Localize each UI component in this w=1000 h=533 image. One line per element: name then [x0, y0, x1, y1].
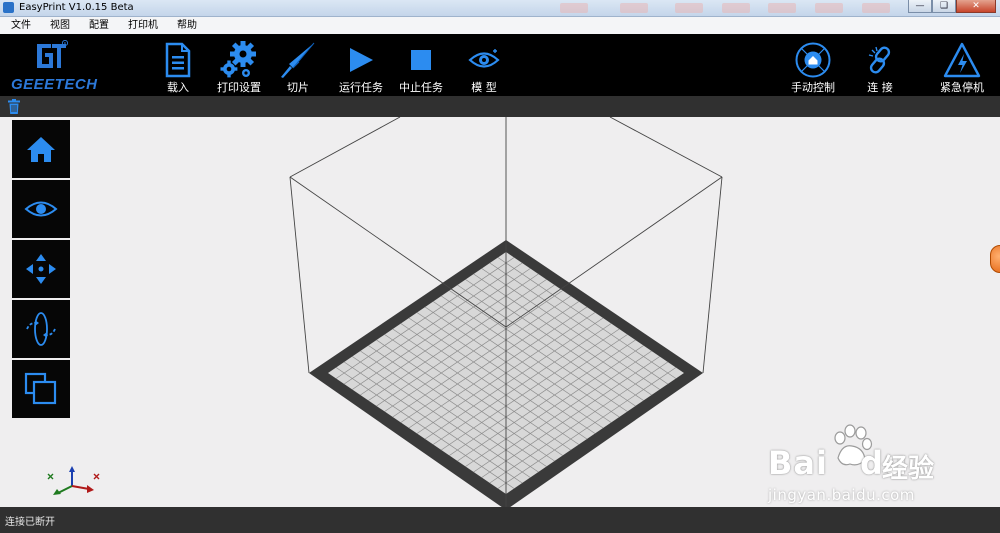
geeetech-logo: R GEEETECH: [9, 40, 99, 93]
menu-printer[interactable]: 打印机: [117, 18, 166, 34]
menu-help[interactable]: 帮助: [166, 18, 205, 34]
eye-icon: [464, 40, 504, 80]
baidu-watermark: Bai du 经验 jingyan.baidu.com: [764, 424, 954, 514]
taskbar-reflection: [560, 3, 588, 13]
home-icon: [27, 137, 55, 162]
emergency-stop-button[interactable]: 紧急停机: [936, 34, 988, 96]
app-icon: [3, 2, 14, 13]
secondary-toolbar: [0, 96, 1000, 117]
model-label: 模 型: [471, 81, 497, 94]
slice-label: 切片: [287, 81, 309, 94]
main-toolbar: R GEEETECH 载入 打印设置 切片 运行任务 中止任务 模 型 手动控制…: [0, 34, 1000, 96]
model-button[interactable]: 模 型: [462, 34, 506, 96]
window-title-bar: EasyPrint V1.0.15 Beta — ❑ ✕: [0, 0, 1000, 17]
stop-task-label: 中止任务: [399, 81, 443, 94]
taskbar-reflection: [862, 3, 890, 13]
menu-config[interactable]: 配置: [78, 18, 117, 34]
watermark-url: jingyan.baidu.com: [768, 486, 915, 504]
print-settings-button[interactable]: 打印设置: [213, 34, 265, 96]
taskbar-reflection: [675, 3, 703, 13]
connect-label: 连 接: [867, 81, 893, 94]
print-settings-label: 打印设置: [217, 81, 261, 94]
eye-view-icon: [24, 201, 58, 217]
scale-icon: [24, 372, 57, 405]
connect-button[interactable]: 连 接: [860, 34, 900, 96]
connection-status: 连接已断开: [5, 517, 55, 528]
rotate-icon: [26, 312, 56, 346]
document-icon: [158, 40, 198, 80]
move-tool-button[interactable]: [12, 240, 70, 300]
menu-bar: 文件 视图 配置 打印机 帮助: [0, 17, 1000, 34]
rotate-tool-button[interactable]: [12, 300, 70, 360]
manual-control-label: 手动控制: [791, 81, 835, 94]
window-controls: — ❑ ✕: [908, 0, 996, 14]
build-volume-wireframe: [289, 117, 723, 507]
taskbar-reflection: [768, 3, 796, 13]
trash-icon[interactable]: [8, 99, 20, 114]
status-bar: 连接已断开: [0, 507, 1000, 533]
home-view-button[interactable]: [12, 120, 70, 180]
view-tool-palette: [12, 120, 70, 420]
emergency-stop-label: 紧急停机: [940, 81, 984, 94]
stop-task-button[interactable]: 中止任务: [395, 34, 447, 96]
play-icon: [341, 40, 381, 80]
minimize-button[interactable]: —: [908, 0, 932, 13]
side-panel-handle[interactable]: [990, 245, 1000, 273]
view-mode-button[interactable]: [12, 180, 70, 240]
window-title: EasyPrint V1.0.15 Beta: [19, 2, 134, 13]
move-icon: [26, 254, 56, 284]
menu-file[interactable]: 文件: [0, 18, 39, 34]
watermark-cn: 经验: [882, 454, 935, 484]
restore-button[interactable]: ❑: [932, 0, 956, 13]
run-task-label: 运行任务: [339, 81, 383, 94]
run-task-button[interactable]: 运行任务: [335, 34, 387, 96]
load-button[interactable]: 载入: [158, 34, 198, 96]
menu-view[interactable]: 视图: [39, 18, 78, 34]
axes-gizmo-icon: [47, 466, 100, 495]
link-icon: [860, 40, 900, 80]
load-label: 载入: [167, 81, 189, 94]
knife-icon: [278, 40, 318, 80]
warning-icon: [942, 40, 982, 80]
close-button[interactable]: ✕: [956, 0, 996, 13]
slice-button[interactable]: 切片: [278, 34, 318, 96]
stop-icon: [401, 40, 441, 80]
taskbar-reflection: [815, 3, 843, 13]
taskbar-reflection: [722, 3, 750, 13]
scale-tool-button[interactable]: [12, 360, 70, 420]
manual-control-button[interactable]: 手动控制: [787, 34, 839, 96]
manual-control-icon: [793, 40, 833, 80]
logo-wordmark: GEEETECH: [11, 76, 98, 93]
taskbar-reflection: [620, 3, 648, 13]
logo-mark-icon: R: [37, 40, 68, 68]
gears-icon: [219, 40, 259, 80]
